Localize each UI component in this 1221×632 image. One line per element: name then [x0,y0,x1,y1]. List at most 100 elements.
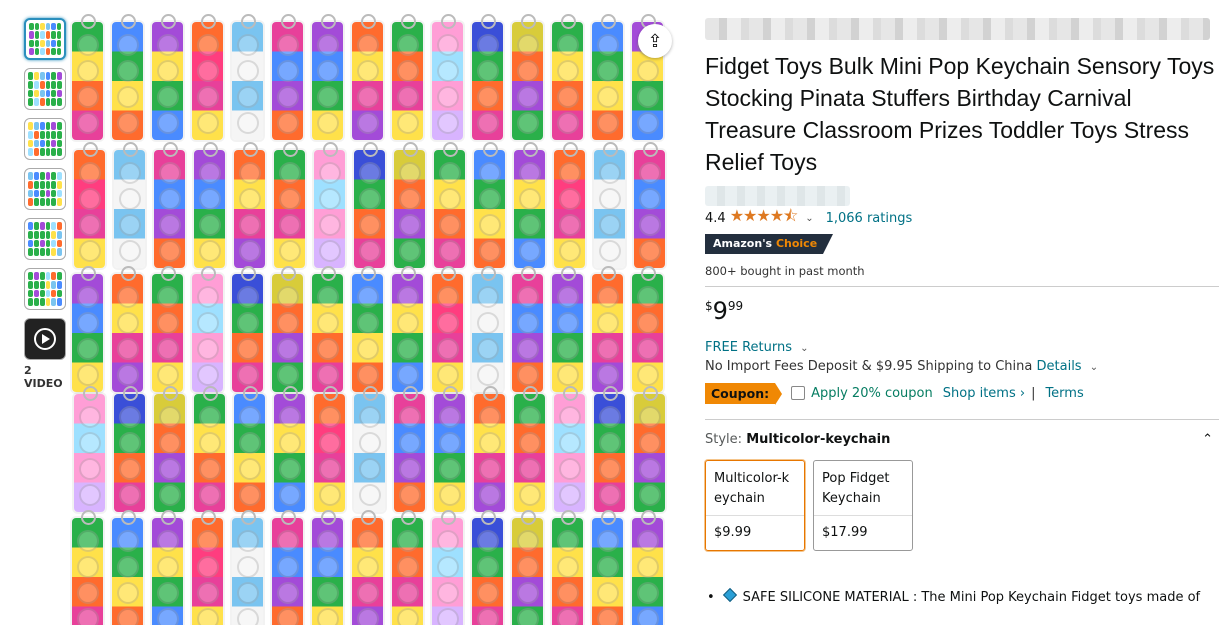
bought-past-month: 800+ bought in past month [705,264,865,278]
bullet-text: SAFE SILICONE MATERIAL : The Mini Pop Ke… [742,590,1201,605]
price-whole: 9 [712,297,728,325]
chevron-up-icon[interactable]: ⌃ [1202,432,1213,447]
keychain-toy [74,386,105,512]
style-option-multicolor[interactable]: Multicolor-keychain $9.99 [705,460,805,551]
option-price: $9.99 [714,525,752,540]
keychain-toy [314,386,345,512]
style-option-pop-fidget[interactable]: Pop Fidget Keychain $17.99 [813,460,913,551]
terms-link[interactable]: Terms [1045,386,1083,401]
product-info: Fidget Toys Bulk Mini Pop Keychain Senso… [705,18,1219,605]
keychain-toy [552,14,583,140]
coupon-checkbox[interactable] [791,386,806,400]
keychain-toy [392,510,423,625]
thumbnail-2[interactable] [24,68,66,110]
divider [705,419,1219,420]
thumbnail-5[interactable] [24,218,66,260]
keychain-toy [512,266,543,392]
keychain-toy [274,386,305,512]
keychain-toy [392,14,423,140]
chevron-down-icon[interactable]: ⌄ [1090,362,1098,373]
keychain-toy [114,142,145,268]
import-text: No Import Fees Deposit & $9.95 Shipping … [705,359,1033,374]
thumbnail-1[interactable] [24,18,66,60]
keychain-toy [152,266,183,392]
keychain-toy [112,266,143,392]
divider [705,286,1219,287]
keychain-toy [474,386,505,512]
apply-coupon-label[interactable]: Apply 20% coupon [811,386,933,401]
keychain-toy [192,14,223,140]
keychain-toy [72,14,103,140]
ratings-count-link[interactable]: 1,066 ratings [826,211,913,226]
thumbnail-4[interactable] [24,168,66,210]
main-product-image[interactable] [70,10,678,625]
keychain-toy [192,266,223,392]
keychain-toy [434,386,465,512]
keychain-toy [272,510,303,625]
keychain-toy [394,386,425,512]
import-fees-text: No Import Fees Deposit & $9.95 Shipping … [705,359,1219,374]
shop-items-link[interactable]: Shop items › [943,386,1025,401]
keychain-toy [152,14,183,140]
keychain-toy [594,386,625,512]
keychain-toy [472,14,503,140]
keychain-toy [514,386,545,512]
keychain-toy [232,266,263,392]
share-icon: ⇪ [647,30,663,52]
keychain-toy [514,142,545,268]
thumbnail-strip: 2 VIDEO [24,18,68,390]
keychain-toy [394,142,425,268]
thumbnail-6[interactable] [24,268,66,310]
keychain-toy [354,386,385,512]
keychain-toy [194,386,225,512]
keychain-toy [632,266,663,392]
rating-value: 4.4 [705,210,726,226]
keychain-toy [592,266,623,392]
details-link[interactable]: Details [1037,359,1082,374]
style-label: Style: [705,432,743,447]
keychain-toy [432,266,463,392]
price-symbol: $ [705,299,713,313]
play-icon [34,328,56,350]
option-name: Pop Fidget Keychain [814,461,912,516]
keychain-toy [432,510,463,625]
keychain-toy [512,510,543,625]
keychain-toy [232,14,263,140]
keychain-toy [272,14,303,140]
keychain-toy [552,266,583,392]
chevron-down-icon[interactable]: ⌄ [805,213,813,224]
keychain-toy [312,266,343,392]
keychain-toy [114,386,145,512]
keychain-toy [554,142,585,268]
diamond-icon [722,587,737,603]
keychain-toy [632,510,663,625]
amazons-choice-badge: Amazon's Choice [705,234,834,254]
option-name: Multicolor-keychain [706,461,804,516]
blurred-brand-link [705,186,850,206]
badge-choice: Choice [775,237,818,250]
keychain-toy [634,142,665,268]
keychain-toy [392,266,423,392]
rating-row: 4.4 ★★★★⯪ ⌄ 1,066 ratings [705,206,1219,228]
keychain-toy [352,510,383,625]
star-rating-icon[interactable]: ★★★★⯪ [730,205,799,232]
keychain-toy [512,14,543,140]
keychain-toy [272,266,303,392]
keychain-toy [312,510,343,625]
keychain-toy [74,142,105,268]
keychain-toy [314,142,345,268]
free-returns-link[interactable]: FREE Returns ⌄ [705,340,1219,355]
badge-prefix: Amazon's [713,237,773,250]
keychain-toy [432,14,463,140]
keychain-toy [472,266,503,392]
keychain-toy [472,510,503,625]
keychain-toy [232,510,263,625]
thumbnail-video[interactable] [24,318,66,360]
keychain-toy [352,266,383,392]
keychain-toy [234,386,265,512]
share-button[interactable]: ⇪ [638,24,672,58]
keychain-toy [594,142,625,268]
style-header[interactable]: Style: Multicolor-keychain ⌃ [705,432,1219,447]
blurred-store-link [705,18,1210,40]
thumbnail-3[interactable] [24,118,66,160]
